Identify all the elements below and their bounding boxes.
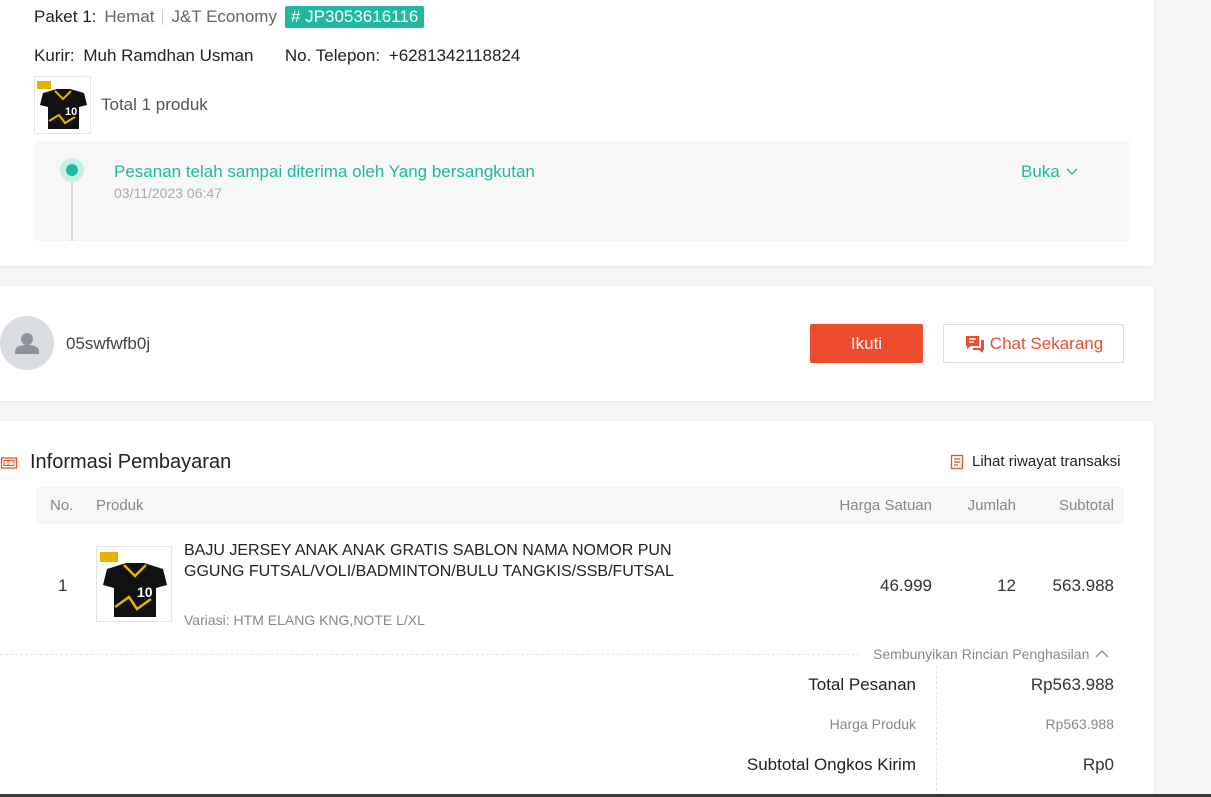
tracking-timeline [71,182,73,241]
hide-income-details-toggle[interactable]: Sembunyikan Rincian Penghasilan [873,646,1110,662]
shipping-subtotal-value: Rp0 [1082,755,1114,774]
column-no: No. [50,497,74,514]
chat-now-label: Chat Sekarang [989,333,1104,353]
tracking-panel: Pesanan telah sampai diterima oleh Yang … [34,141,1130,241]
summary-divider [936,666,937,797]
courier-name: Muh Ramdhan Usman [83,46,254,65]
svg-text:$: $ [7,461,10,467]
quantity: 12 [997,576,1016,595]
product-image[interactable]: 10 [96,546,172,622]
payment-header: $ Informasi Pembayaran [0,451,231,474]
product-variant: Variasi: HTM ELANG KNG,NOTE L/XL [184,612,425,628]
product-thumbnail[interactable]: 10 [34,76,91,134]
svg-text:10: 10 [137,584,153,600]
tracking-status: Pesanan telah sampai diterima oleh Yang … [114,162,535,181]
document-icon [950,454,964,470]
seller-username[interactable]: 05swfwfb0j [66,334,150,354]
package-card: Paket 1: Hemat J&T Economy # JP305361611… [0,0,1154,266]
product-price-value: Rp563.988 [1045,716,1114,732]
divider [162,9,164,25]
hide-income-details-label: Sembunyikan Rincian Penghasilan [873,646,1090,662]
carrier-name: J&T Economy [171,7,277,26]
phone-label: No. Telepon: [284,46,381,65]
courier-label: Kurir: [34,46,75,65]
item-subtotal: 563.988 [1052,576,1114,595]
tracking-timestamp: 03/11/2023 06:47 [114,185,222,201]
tracking-number-tag[interactable]: # JP3053616116 [284,6,425,28]
shipping-service: Hemat [104,7,155,26]
courier-info: Kurir: Muh Ramdhan Usman No. Telepon: +6… [34,46,524,66]
chat-icon [964,334,986,354]
seller-card: 05swfwfb0j Ikuti Chat Sekarang [0,286,1154,401]
avatar[interactable] [0,316,54,370]
payment-title: Informasi Pembayaran [30,451,232,473]
chevron-up-icon [1095,647,1109,661]
total-order-value: Rp563.988 [1030,675,1114,694]
shipping-subtotal-label: Subtotal Ongkos Kirim [746,755,916,774]
total-products: Total 1 produk [101,95,208,114]
follow-button[interactable]: Ikuti [810,324,923,363]
unit-price: 46.999 [880,576,932,595]
column-subtotal: Subtotal [1058,497,1114,514]
package-header: Paket 1: Hemat J&T Economy # JP305361611… [34,6,425,28]
transaction-history-label: Lihat riwayat transaksi [972,453,1121,470]
product-name[interactable]: BAJU JERSEY ANAK ANAK GRATIS SABLON NAMA… [184,540,676,582]
divider [0,654,860,655]
table-row: 1 10 BAJU JERSEY ANAK ANAK GRATIS SABLON… [36,524,1124,652]
tracking-expand-label: Buka [1021,162,1060,181]
transaction-history-link[interactable]: Lihat riwayat transaksi [950,453,1120,470]
payment-card: $ Informasi Pembayaran Lihat riwayat tra… [0,421,1154,797]
column-product: Produk [96,497,144,514]
chat-now-button[interactable]: Chat Sekarang [943,324,1124,363]
product-price-label: Harga Produk [829,716,916,732]
column-qty: Jumlah [967,497,1016,514]
column-unit-price: Harga Satuan [839,497,932,514]
total-order-label: Total Pesanan [808,675,916,694]
table-header: No. Produk Harga Satuan Jumlah Subtotal [36,487,1124,524]
user-icon [15,333,39,354]
chevron-down-icon [1066,165,1078,179]
package-label: Paket 1: [34,7,97,26]
money-icon: $ [0,455,18,471]
tracking-status-dot-icon [60,158,84,182]
phone-number: +6281342118824 [388,46,521,65]
svg-text:10: 10 [65,106,77,118]
item-number: 1 [58,576,68,595]
tracking-expand-button[interactable]: Buka [1021,162,1078,182]
